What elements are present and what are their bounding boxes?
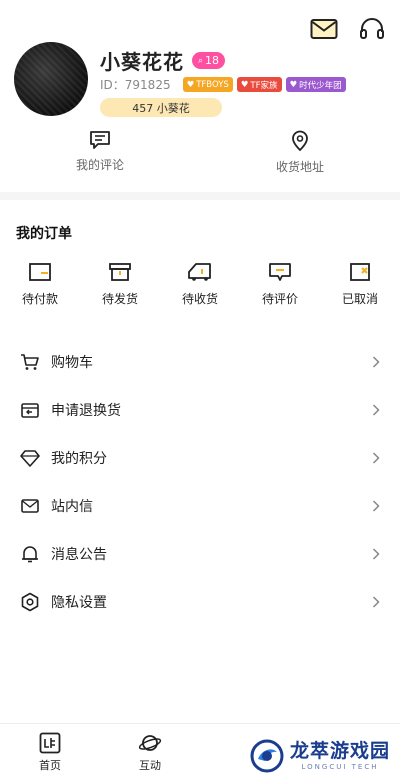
user-id-value: 791825 — [124, 78, 171, 92]
box-icon — [109, 263, 131, 281]
orders-title: 我的订单 — [16, 226, 72, 242]
watermark-logo-icon — [250, 739, 284, 773]
my-comments-link[interactable]: 我的评论 — [0, 130, 200, 178]
section-divider — [0, 192, 400, 200]
home-icon — [39, 732, 61, 754]
diamond-icon — [20, 448, 40, 468]
chevron-right-icon — [370, 498, 382, 514]
profile-card: 小葵花花 ⌕ 18 ID：791825 ♥ TFBOYS ♥ TF家族 ♥ 时代少年团… — [14, 42, 386, 122]
menu-label-announcements: 消息公告 — [51, 547, 107, 563]
chevron-right-icon — [370, 450, 382, 466]
menu-label-cart: 购物车 — [51, 355, 93, 371]
menu-item-inbox[interactable]: 站内信 — [0, 482, 400, 530]
heart-icon: ♥ — [289, 79, 298, 90]
menu-label-inbox: 站内信 — [51, 499, 93, 515]
my-comments-label: 我的评论 — [75, 158, 124, 172]
review-icon — [269, 263, 291, 281]
wallet-icon — [29, 263, 51, 281]
order-pending-receipt[interactable]: 待收货 — [160, 261, 240, 307]
tab-home-label: 首页 — [39, 759, 61, 772]
uid-row: ID：791825 ♥ TFBOYS ♥ TF家族 ♥ 时代少年团 — [100, 76, 346, 93]
menu-item-announcements[interactable]: 消息公告 — [0, 530, 400, 578]
avatar[interactable] — [14, 42, 88, 116]
tab-interact-label: 互动 — [139, 759, 161, 772]
order-pending-payment[interactable]: 待付款 — [0, 261, 80, 307]
location-icon — [292, 130, 308, 152]
header-actions — [310, 16, 386, 42]
tab-home[interactable]: 首页 — [20, 732, 80, 773]
chevron-right-icon — [370, 594, 382, 610]
menu-label-privacy: 隐私设置 — [51, 595, 107, 611]
level-icon: ⌕ — [198, 55, 204, 66]
truck-icon — [188, 263, 211, 281]
order-pending-review[interactable]: 待评价 — [240, 261, 320, 307]
level-value: 18 — [205, 54, 220, 67]
menu-item-privacy[interactable]: 隐私设置 — [0, 578, 400, 626]
mail-icon[interactable] — [310, 16, 338, 42]
return-icon — [20, 400, 40, 420]
planet-icon — [138, 735, 162, 751]
quick-links: 我的评论 收货地址 — [0, 130, 400, 178]
cart-icon — [20, 352, 40, 372]
fan-count-pill[interactable]: 457 小葵花 — [100, 98, 222, 117]
headset-icon[interactable] — [358, 16, 386, 42]
user-id: ID：791825 — [100, 76, 171, 93]
comment-icon — [90, 131, 110, 149]
username-row: 小葵花花 ⌕ 18 — [100, 46, 226, 75]
cancel-doc-icon — [350, 263, 370, 281]
user-id-label: ID： — [100, 78, 125, 92]
watermark: 龙萃游戏园 LONGCUI TECH — [250, 739, 390, 773]
order-pending-shipment[interactable]: 待发货 — [80, 261, 160, 307]
level-badge: ⌕ 18 — [192, 52, 226, 69]
menu-item-return[interactable]: 申请退换货 — [0, 386, 400, 434]
tab-interact[interactable]: 互动 — [120, 732, 180, 773]
settings-menu: 购物车 申请退换货 我的积分 站内信 消息公告 隐私设置 — [0, 338, 400, 626]
order-cancelled[interactable]: 已取消 — [320, 261, 400, 307]
username: 小葵花花 — [100, 50, 184, 74]
bell-icon — [20, 544, 40, 564]
menu-label-return: 申请退换货 — [51, 403, 121, 419]
fan-tag-tfboys: ♥ TFBOYS — [182, 77, 233, 92]
order-status-row: 待付款 待发货 待收货 待评价 已取消 — [0, 261, 400, 307]
chevron-right-icon — [370, 354, 382, 370]
menu-item-cart[interactable]: 购物车 — [0, 338, 400, 386]
fan-tag-tf-family: ♥ TF家族 — [236, 77, 282, 92]
menu-item-points[interactable]: 我的积分 — [0, 434, 400, 482]
shipping-address-link[interactable]: 收货地址 — [200, 130, 400, 178]
bottom-tab-bar: 首页 互动 龙萃游戏园 LONGCUI TECH — [0, 723, 400, 783]
heart-icon: ♥ — [240, 79, 249, 90]
watermark-title: 龙萃游戏园 — [289, 739, 390, 762]
heart-icon: ♥ — [186, 79, 195, 90]
shipping-address-label: 收货地址 — [275, 160, 324, 174]
chevron-right-icon — [370, 546, 382, 562]
settings-icon — [20, 592, 40, 612]
envelope-icon — [20, 496, 40, 516]
fan-tag-tnt: ♥ 时代少年团 — [285, 77, 346, 92]
chevron-right-icon — [370, 402, 382, 418]
menu-label-points: 我的积分 — [51, 451, 107, 467]
watermark-subtitle: LONGCUI TECH — [301, 762, 379, 771]
watermark-text: 龙萃游戏园 LONGCUI TECH — [289, 739, 390, 771]
